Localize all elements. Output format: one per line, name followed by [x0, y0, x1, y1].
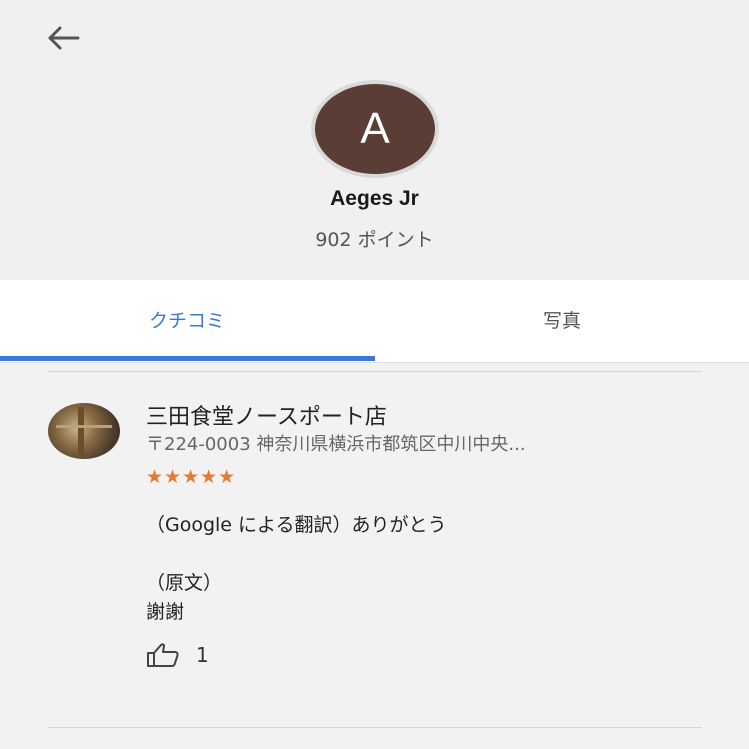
like-button[interactable]: 1	[146, 642, 209, 668]
tab-bar: クチコミ 写真	[0, 280, 749, 363]
avatar-letter: A	[360, 104, 390, 153]
review-original-text: 謝謝	[146, 601, 185, 623]
divider	[48, 727, 702, 728]
tab-reviews-label: クチコミ	[148, 309, 225, 332]
star-rating: ★★★★★	[146, 466, 237, 488]
back-button[interactable]	[44, 22, 82, 54]
avatar[interactable]: A	[315, 84, 435, 174]
review-original-label: （原文）	[146, 572, 223, 594]
profile-header: A Aeges Jr 902 ポイント	[0, 0, 749, 280]
user-points: 902 ポイント	[315, 229, 434, 251]
place-thumbnail[interactable]	[48, 403, 120, 459]
like-count: 1	[196, 643, 209, 667]
tab-photos[interactable]: 写真	[375, 280, 749, 358]
place-address: 〒224-0003 神奈川県横浜市都筑区中川中央...	[146, 434, 526, 455]
tab-reviews[interactable]: クチコミ	[0, 280, 374, 358]
arrow-left-icon	[48, 26, 80, 50]
tab-photos-label: 写真	[542, 309, 581, 332]
thumbs-up-icon	[147, 643, 179, 667]
review-card: 三田食堂ノースポート店 〒224-0003 神奈川県横浜市都筑区中川中央... …	[0, 372, 749, 727]
place-name[interactable]: 三田食堂ノースポート店	[146, 399, 387, 431]
review-translated-text: （Google による翻訳）ありがとう	[146, 514, 447, 536]
active-tab-indicator	[0, 356, 375, 361]
user-name: Aeges Jr	[330, 187, 419, 210]
